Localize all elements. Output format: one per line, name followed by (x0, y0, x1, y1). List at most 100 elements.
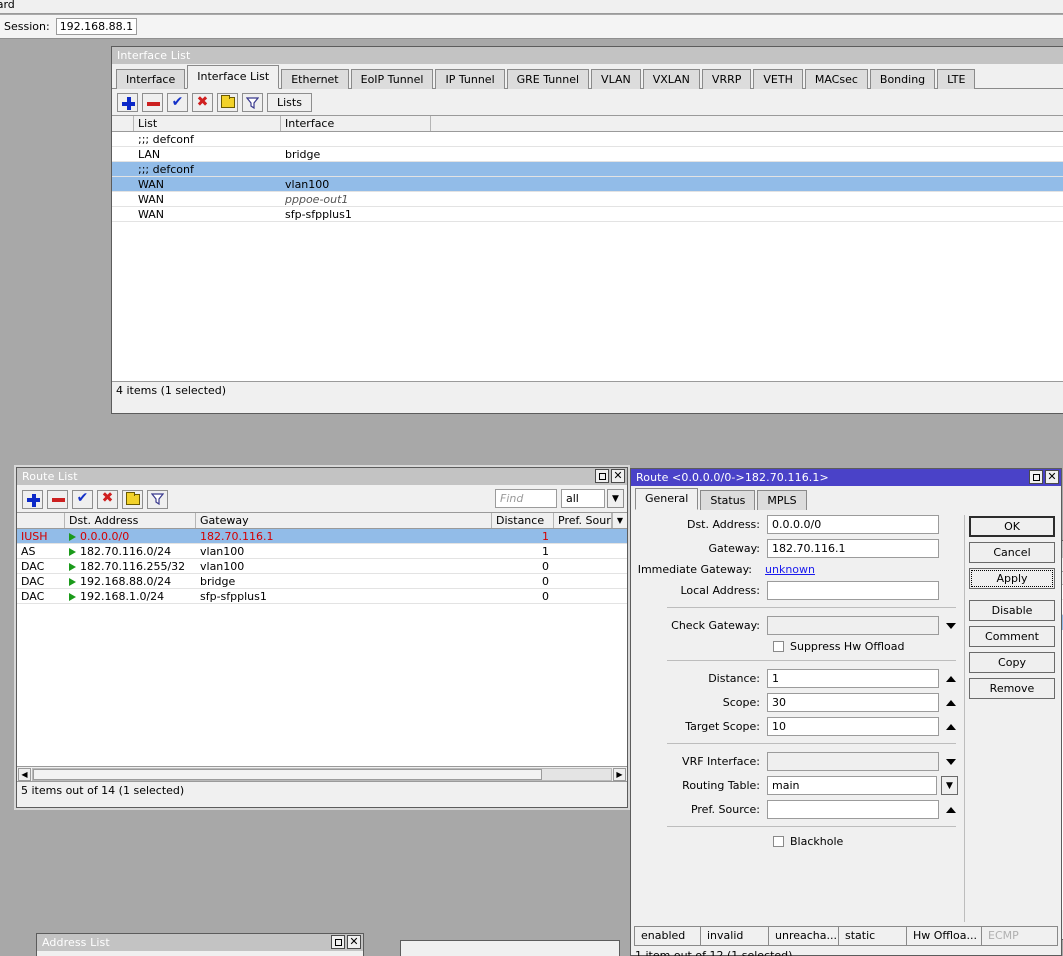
lists-button[interactable]: Lists (267, 93, 312, 112)
col-distance[interactable]: Distance (492, 513, 554, 528)
tab-lte[interactable]: LTE (937, 69, 975, 89)
tab-status[interactable]: Status (700, 490, 755, 510)
suppress-hw-offload-checkbox[interactable] (773, 641, 784, 652)
route-dialog-buttons: OK Cancel Apply Disable Comment Copy Rem… (965, 509, 1061, 926)
cancel-button[interactable]: Cancel (969, 542, 1055, 563)
tab-ip-tunnel[interactable]: IP Tunnel (435, 69, 504, 89)
tab-bonding[interactable]: Bonding (870, 69, 935, 89)
col-pref-source[interactable]: Pref. Sour (554, 513, 612, 528)
scroll-left-button[interactable]: ◀ (18, 768, 31, 781)
enable-button[interactable]: ✔ (72, 490, 93, 509)
copy-button[interactable]: Copy (969, 652, 1055, 673)
table-row[interactable]: WAN pppoe-out1 (112, 192, 1063, 207)
row-pref-source (554, 574, 612, 588)
field-suppress-hw-offload[interactable]: Suppress Hw Offload (631, 640, 964, 653)
tab-vxlan[interactable]: VXLAN (643, 69, 700, 89)
tab-interface[interactable]: Interface (116, 69, 185, 89)
maximize-button[interactable] (331, 935, 345, 949)
add-button[interactable] (117, 93, 138, 112)
disable-button[interactable]: ✖ (192, 93, 213, 112)
scope-input[interactable]: 30 (767, 693, 939, 712)
tab-vlan[interactable]: VLAN (591, 69, 641, 89)
routing-table-input[interactable]: main (767, 776, 937, 795)
remove-button[interactable]: Remove (969, 678, 1055, 699)
address-list-titlebar[interactable]: Address List ✕ (37, 934, 363, 951)
distance-input[interactable]: 1 (767, 669, 939, 688)
scope-stepper[interactable] (943, 700, 958, 706)
row-distance: 1 (492, 544, 554, 558)
blackhole-checkbox[interactable] (773, 836, 784, 847)
interface-table: List Interface ;;; defconf LAN bridge ;;… (112, 115, 1063, 381)
remove-button[interactable] (47, 490, 68, 509)
vrf-interface-dropdown-button[interactable] (943, 759, 958, 765)
tab-mpls[interactable]: MPLS (757, 490, 806, 510)
table-row[interactable]: WAN sfp-sfpplus1 (112, 207, 1063, 222)
filter-button[interactable] (242, 93, 263, 112)
pref-source-stepper[interactable] (943, 807, 958, 813)
enable-button[interactable]: ✔ (167, 93, 188, 112)
col-gateway[interactable]: Gateway (196, 513, 492, 528)
field-blackhole[interactable]: Blackhole (631, 835, 964, 848)
close-button[interactable]: ✕ (347, 935, 361, 949)
col-list[interactable]: List (134, 116, 281, 131)
comment-button[interactable] (217, 93, 238, 112)
remove-button[interactable] (142, 93, 163, 112)
comment-button[interactable] (122, 490, 143, 509)
table-row[interactable]: DAC 192.168.88.0/24 bridge 0 (17, 574, 627, 589)
tab-eoip-tunnel[interactable]: EoIP Tunnel (351, 69, 434, 89)
session-input[interactable]: 192.168.88.1 (56, 18, 137, 35)
tab-macsec[interactable]: MACsec (805, 69, 868, 89)
filter-button[interactable] (147, 490, 168, 509)
table-row[interactable]: DAC 182.70.116.255/32 vlan100 0 (17, 559, 627, 574)
scroll-thumb[interactable] (33, 769, 542, 780)
routing-table-dropdown-button[interactable]: ▼ (941, 776, 958, 795)
table-row[interactable]: AS 182.70.116.0/24 vlan100 1 (17, 544, 627, 559)
target-scope-input[interactable]: 10 (767, 717, 939, 736)
apply-button[interactable]: Apply (969, 568, 1055, 589)
target-scope-stepper[interactable] (943, 724, 958, 730)
filter-select[interactable]: all (561, 489, 605, 508)
table-row[interactable]: WAN vlan100 (112, 177, 1063, 192)
table-row[interactable]: LAN bridge (112, 147, 1063, 162)
dst-address-input[interactable]: 0.0.0.0/0 (767, 515, 939, 534)
route-dialog-titlebar[interactable]: Route <0.0.0.0/0->182.70.116.1> ✕ (631, 469, 1061, 486)
disable-button[interactable]: ✖ (97, 490, 118, 509)
tab-general[interactable]: General (635, 488, 698, 510)
close-button[interactable]: ✕ (1045, 470, 1059, 484)
tab-ethernet[interactable]: Ethernet (281, 69, 348, 89)
disable-button[interactable]: Disable (969, 600, 1055, 621)
scroll-right-button[interactable]: ▶ (613, 768, 626, 781)
tab-vrrp[interactable]: VRRP (702, 69, 751, 89)
route-list-titlebar[interactable]: Route List ✕ (17, 468, 627, 485)
gateway-input[interactable]: 182.70.116.1 (767, 539, 939, 558)
close-button[interactable]: ✕ (611, 469, 625, 483)
local-address-input[interactable] (767, 581, 939, 600)
immediate-gateway-link[interactable]: unknown (765, 563, 815, 576)
maximize-button[interactable] (595, 469, 609, 483)
check-gateway-select[interactable] (767, 616, 939, 635)
flag-unreachable: unreacha... (769, 927, 839, 945)
maximize-button[interactable] (1029, 470, 1043, 484)
col-interface[interactable]: Interface (281, 116, 431, 131)
col-dst-address[interactable]: Dst. Address (65, 513, 196, 528)
comment-button[interactable]: Comment (969, 626, 1055, 647)
table-row[interactable]: DAC 192.168.1.0/24 sfp-sfpplus1 0 (17, 589, 627, 604)
add-button[interactable] (22, 490, 43, 509)
scroll-track[interactable] (32, 768, 612, 781)
find-input[interactable]: Find (495, 489, 557, 508)
column-chooser-button[interactable]: ▼ (612, 513, 627, 528)
horizontal-scrollbar[interactable]: ◀ ▶ (17, 766, 627, 781)
check-gateway-dropdown-button[interactable] (943, 623, 958, 629)
table-row[interactable]: ;;; defconf (112, 132, 1063, 147)
vrf-interface-select[interactable] (767, 752, 939, 771)
tab-interface-list[interactable]: Interface List (187, 65, 279, 89)
table-row[interactable]: ;;; defconf (112, 162, 1063, 177)
filter-dropdown-button[interactable]: ▼ (607, 489, 624, 508)
tab-gre-tunnel[interactable]: GRE Tunnel (507, 69, 589, 89)
interface-list-titlebar[interactable]: Interface List (112, 47, 1063, 64)
ok-button[interactable]: OK (969, 516, 1055, 537)
pref-source-input[interactable] (767, 800, 939, 819)
table-row[interactable]: IUSH 0.0.0.0/0 182.70.116.1 1 (17, 529, 627, 544)
tab-veth[interactable]: VETH (753, 69, 802, 89)
distance-stepper[interactable] (943, 676, 958, 682)
